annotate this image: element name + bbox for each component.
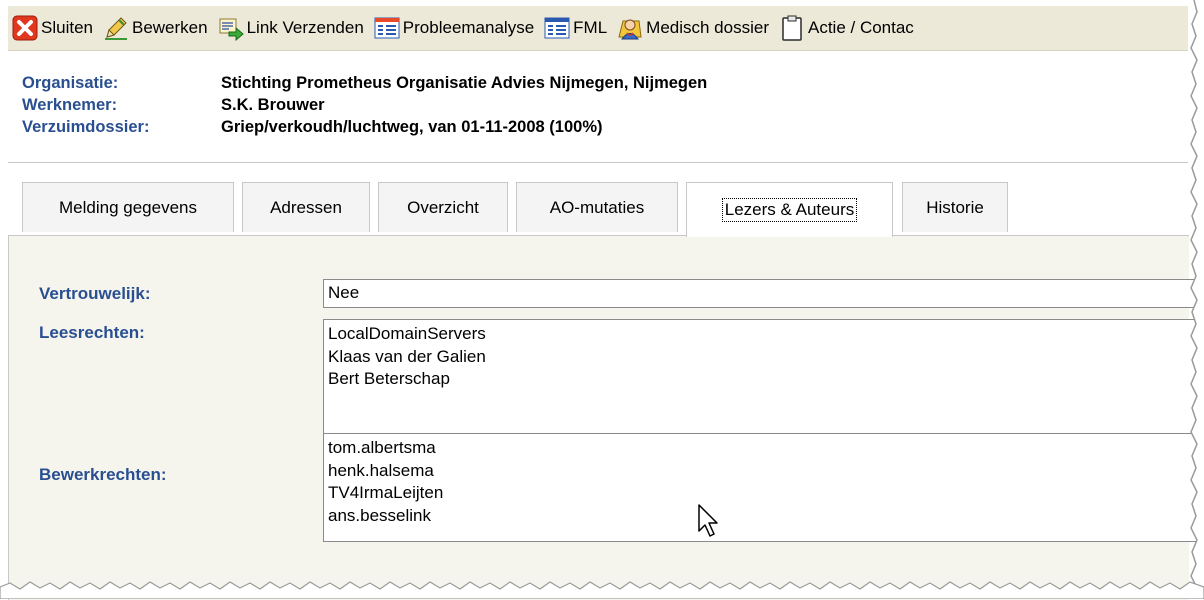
- leesrechten-label: Leesrechten:: [39, 323, 145, 342]
- pencil-icon: [104, 17, 127, 40]
- list-item: henk.halsema: [328, 460, 434, 480]
- verzuimdossier-row: Verzuimdossier: Griep/verkoudh/luchtweg,…: [22, 116, 707, 138]
- tab-label: Adressen: [270, 197, 342, 217]
- mouse-pointer-icon: [698, 504, 718, 537]
- doctor-icon: [618, 19, 642, 40]
- close-button-label: Sluiten: [41, 18, 93, 37]
- vertrouwelijk-value: Nee: [328, 283, 360, 302]
- action-contact-button[interactable]: Actie / Contac: [775, 11, 920, 45]
- torn-edge-right: [1190, 0, 1204, 599]
- problem-analysis-button-label: Probleemanalyse: [402, 18, 535, 37]
- torn-edge-bottom: [0, 581, 1204, 599]
- tab-lezers-auteurs[interactable]: Lezers & Auteurs: [686, 182, 893, 237]
- list-item: tom.albertsma: [328, 438, 436, 457]
- form-icon: [544, 17, 570, 39]
- leesrechten-field[interactable]: LocalDomainServers Klaas van der Galien …: [323, 319, 1203, 434]
- werknemer-row: Werknemer: S.K. Brouwer: [22, 94, 707, 116]
- tab-label: Melding gegevens: [59, 197, 197, 217]
- tab-adressen[interactable]: Adressen: [242, 182, 370, 232]
- werknemer-value: S.K. Brouwer: [221, 95, 325, 114]
- tab-historie[interactable]: Historie: [902, 182, 1008, 232]
- send-link-button[interactable]: Link Verzenden: [214, 11, 370, 45]
- action-contact-button-label: Actie / Contac: [807, 18, 914, 37]
- clipboard-icon: [782, 15, 802, 41]
- tab-label: Historie: [926, 197, 984, 217]
- tab-label: Lezers & Auteurs: [721, 198, 858, 222]
- bewerkrechten-field[interactable]: tom.albertsma henk.halsema TV4IrmaLeijte…: [323, 433, 1203, 542]
- send-link-icon: [219, 18, 244, 41]
- toolbar: Sluiten Bewerken Link Verzenden Probleem…: [8, 6, 1188, 51]
- problem-analysis-button[interactable]: Probleemanalyse: [370, 11, 540, 45]
- list-item: TV4IrmaLeijten: [328, 483, 444, 502]
- verzuimdossier-label: Verzuimdossier:: [22, 117, 150, 136]
- close-button[interactable]: Sluiten: [8, 11, 99, 45]
- list-item: ans.besselink: [328, 505, 432, 525]
- list-item: Bert Beterschap: [328, 369, 450, 388]
- edit-button-label: Bewerken: [131, 18, 208, 37]
- verzuimdossier-value: Griep/verkoudh/luchtweg, van 01-11-2008 …: [221, 117, 603, 136]
- tab-melding-gegevens[interactable]: Melding gegevens: [22, 182, 234, 232]
- tab-ao-mutaties[interactable]: AO-mutaties: [516, 182, 678, 232]
- edit-button[interactable]: Bewerken: [99, 11, 214, 45]
- vertrouwelijk-label: Vertrouwelijk:: [39, 284, 151, 303]
- dossier-header: Organisatie: Stichting Prometheus Organi…: [22, 72, 707, 138]
- form-icon: [374, 17, 400, 39]
- fml-button-label: FML: [573, 18, 608, 37]
- list-item: Klaas van der Galien: [328, 346, 486, 366]
- list-item: LocalDomainServers: [328, 324, 486, 343]
- tab-label: AO-mutaties: [549, 197, 645, 217]
- send-link-button-label: Link Verzenden: [246, 18, 364, 37]
- fml-button[interactable]: FML: [540, 11, 613, 45]
- bewerkrechten-label: Bewerkrechten:: [39, 465, 167, 484]
- werknemer-label: Werknemer:: [22, 95, 118, 114]
- header-divider: [8, 162, 1188, 163]
- close-icon: [12, 15, 38, 41]
- organisatie-label: Organisatie:: [22, 73, 119, 92]
- organisatie-value: Stichting Prometheus Organisatie Advies …: [221, 73, 708, 92]
- medical-file-button[interactable]: Medisch dossier: [613, 11, 775, 45]
- organisatie-row: Organisatie: Stichting Prometheus Organi…: [22, 72, 707, 94]
- tab-label: Overzicht: [407, 197, 479, 217]
- vertrouwelijk-field[interactable]: Nee: [323, 279, 1203, 308]
- medical-file-button-label: Medisch dossier: [646, 18, 769, 37]
- tab-overzicht[interactable]: Overzicht: [378, 182, 508, 232]
